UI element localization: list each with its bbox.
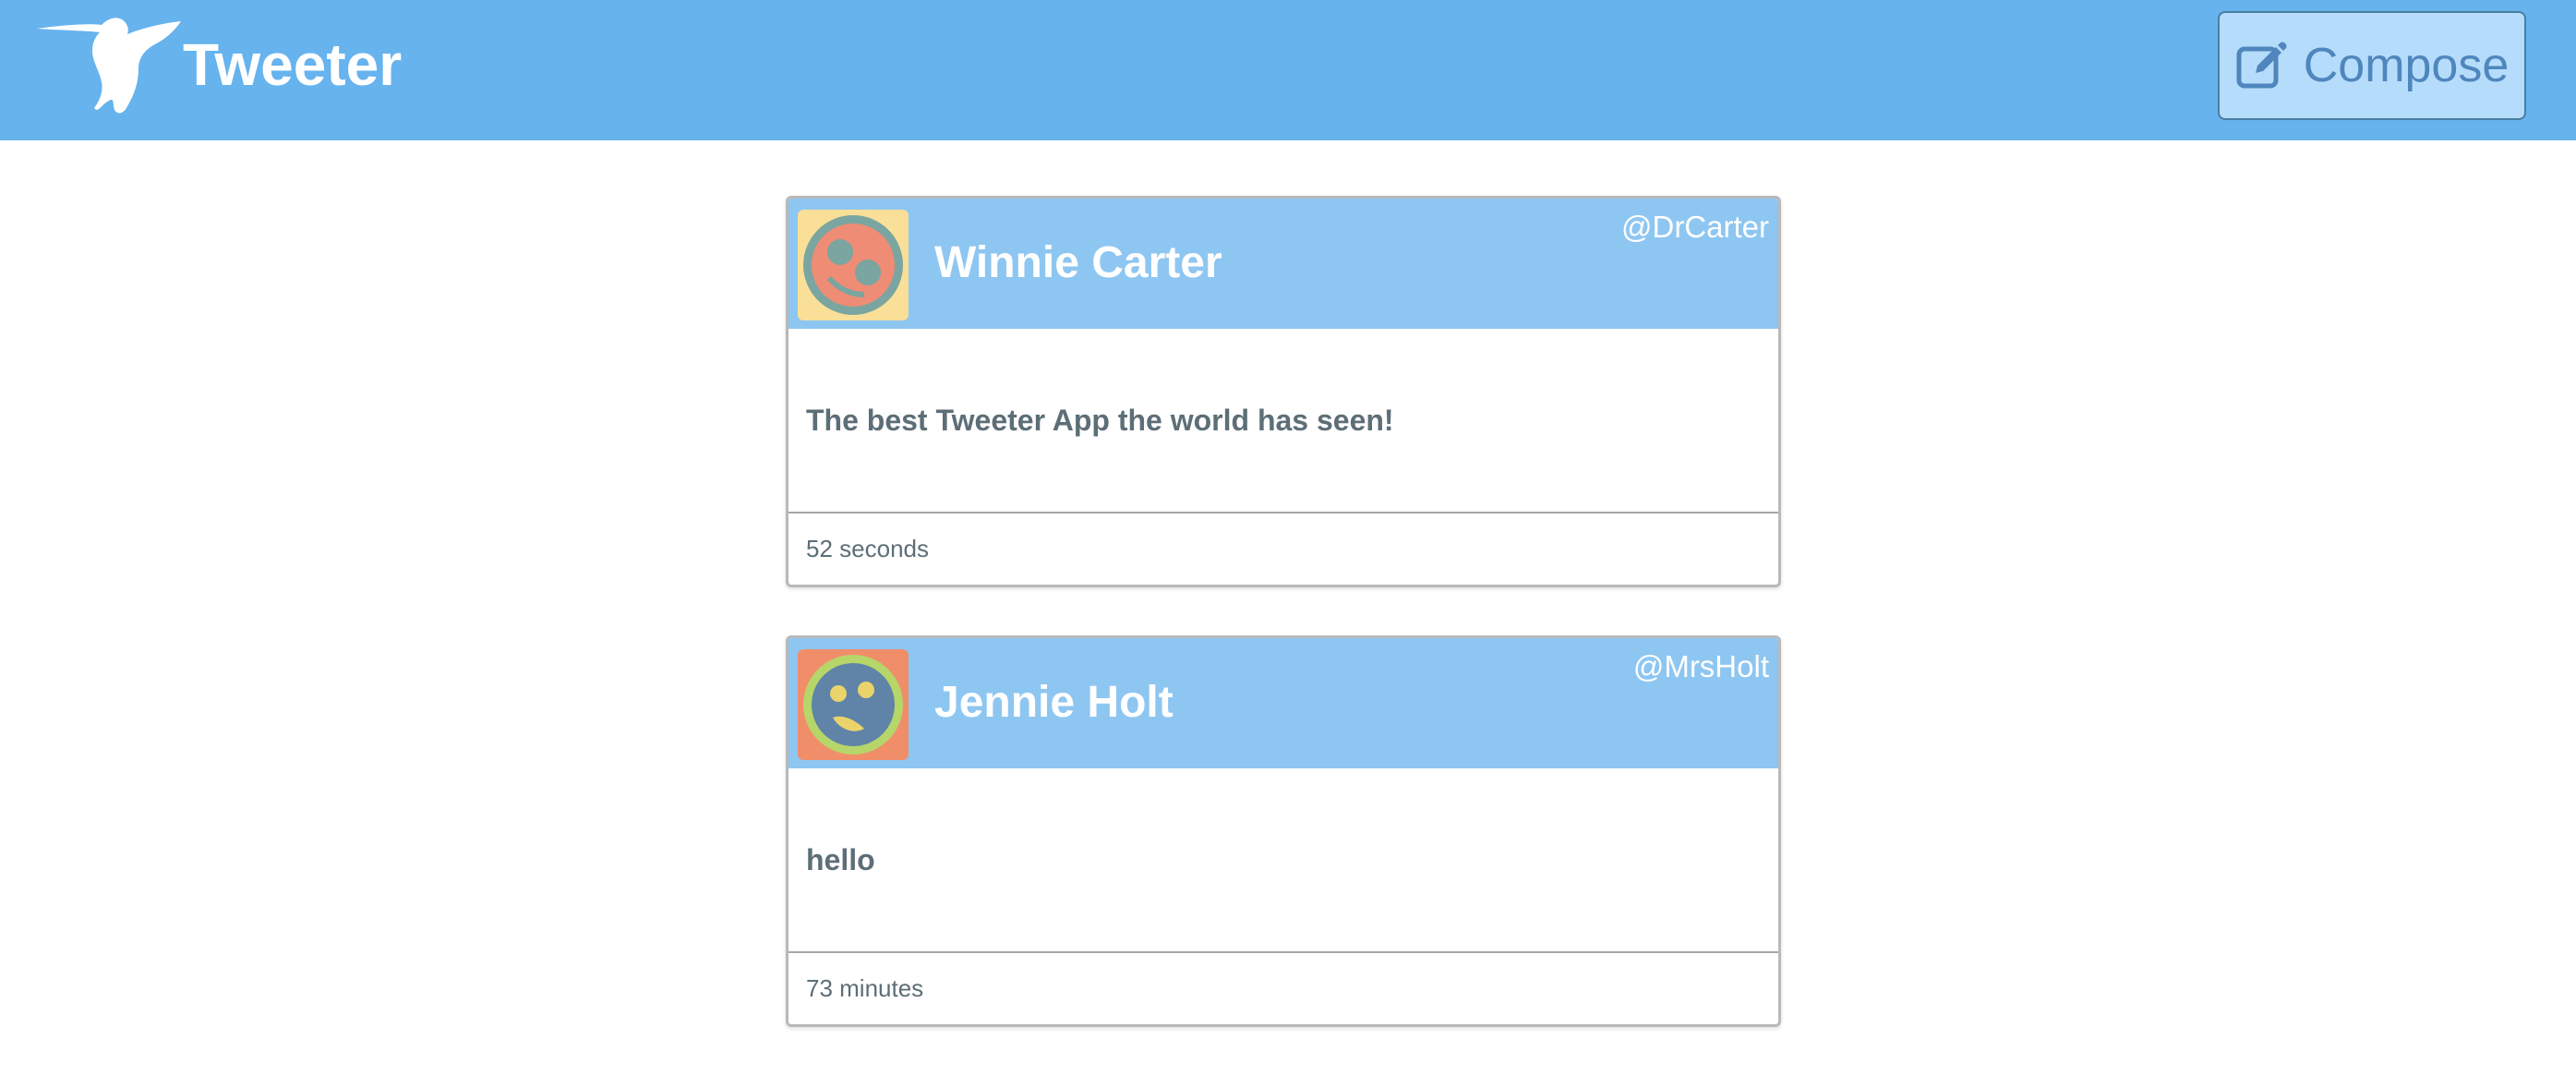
hummingbird-icon <box>37 17 181 113</box>
tweet-feed: Winnie Carter @DrCarter The best Tweeter… <box>786 196 1781 1075</box>
avatar-icon <box>798 649 909 760</box>
tweet-author-name: Jennie Holt <box>934 678 1174 727</box>
tweet-text: hello <box>806 842 875 876</box>
edit-icon <box>2236 42 2287 89</box>
app-title: Tweeter <box>183 31 403 98</box>
tweet-author-handle: @MrsHolt <box>1632 649 1769 683</box>
tweet-card: Winnie Carter @DrCarter The best Tweeter… <box>786 196 1781 587</box>
tweet-author-name: Winnie Carter <box>934 238 1222 287</box>
tweet-card: Jennie Holt @MrsHolt hello 73 minutes <box>786 635 1781 1027</box>
avatar-icon <box>798 210 909 320</box>
tweet-footer: 52 seconds <box>788 512 1778 585</box>
tweet-header: Jennie Holt @MrsHolt <box>788 638 1778 768</box>
navbar: Tweeter Compose <box>0 0 2576 140</box>
tweet-body: The best Tweeter App the world has seen! <box>788 329 1778 512</box>
compose-button[interactable]: Compose <box>2218 11 2526 120</box>
tweet-author-handle: @DrCarter <box>1620 210 1769 244</box>
tweet-body: hello <box>788 768 1778 951</box>
brand[interactable]: Tweeter <box>35 9 402 120</box>
tweet-footer: 73 minutes <box>788 951 1778 1024</box>
tweet-text: The best Tweeter App the world has seen! <box>806 403 1394 437</box>
tweet-timestamp: 73 minutes <box>806 974 924 1002</box>
compose-label: Compose <box>2303 39 2510 92</box>
tweet-timestamp: 52 seconds <box>806 535 929 562</box>
tweet-header: Winnie Carter @DrCarter <box>788 199 1778 329</box>
